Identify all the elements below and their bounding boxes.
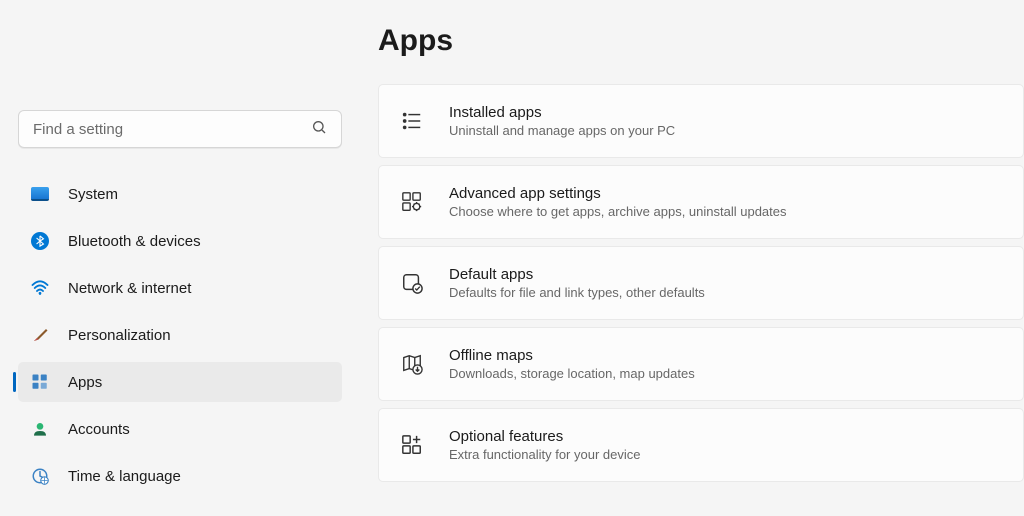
card-desc: Downloads, storage location, map updates [449,366,695,381]
card-desc: Uninstall and manage apps on your PC [449,123,675,138]
sidebar-item-system[interactable]: System [18,174,342,214]
card-text: Optional features Extra functionality fo… [449,428,640,462]
monitor-icon [30,184,50,204]
search-box[interactable] [18,110,342,148]
sidebar-item-label: Personalization [68,327,171,344]
nav-list: System Bluetooth & devices Network & int… [18,174,342,496]
sidebar-item-bluetooth[interactable]: Bluetooth & devices [18,221,342,261]
card-title: Default apps [449,266,705,283]
card-text: Offline maps Downloads, storage location… [449,347,695,381]
person-icon [30,419,50,439]
card-advanced-app-settings[interactable]: Advanced app settings Choose where to ge… [378,165,1024,239]
sidebar-item-apps[interactable]: Apps [18,362,342,402]
apps-grid-icon [30,372,50,392]
card-desc: Defaults for file and link types, other … [449,285,705,300]
sidebar-item-label: Network & internet [68,280,191,297]
sidebar-item-label: Bluetooth & devices [68,233,201,250]
sidebar: System Bluetooth & devices Network & int… [0,0,360,516]
apps-gear-icon [399,189,425,215]
app-check-icon [399,270,425,296]
paintbrush-icon [30,325,50,345]
sidebar-item-time-language[interactable]: Time & language [18,456,342,496]
settings-card-list: Installed apps Uninstall and manage apps… [378,84,1024,486]
card-title: Offline maps [449,347,695,364]
bluetooth-icon [30,231,50,251]
card-optional-features[interactable]: Optional features Extra functionality fo… [378,408,1024,482]
page-title: Apps [378,24,1024,58]
sidebar-item-label: Time & language [68,468,181,485]
card-text: Advanced app settings Choose where to ge… [449,185,787,219]
sidebar-item-label: Accounts [68,421,130,438]
card-title: Advanced app settings [449,185,787,202]
clock-globe-icon [30,466,50,486]
card-desc: Choose where to get apps, archive apps, … [449,204,787,219]
sidebar-item-accounts[interactable]: Accounts [18,409,342,449]
list-icon [399,108,425,134]
wifi-icon [30,278,50,298]
card-title: Installed apps [449,104,675,121]
card-default-apps[interactable]: Default apps Defaults for file and link … [378,246,1024,320]
apps-plus-icon [399,432,425,458]
map-download-icon [399,351,425,377]
card-offline-maps[interactable]: Offline maps Downloads, storage location… [378,327,1024,401]
card-text: Default apps Defaults for file and link … [449,266,705,300]
sidebar-item-network[interactable]: Network & internet [18,268,342,308]
card-title: Optional features [449,428,640,445]
card-text: Installed apps Uninstall and manage apps… [449,104,675,138]
sidebar-item-label: System [68,186,118,203]
card-installed-apps[interactable]: Installed apps Uninstall and manage apps… [378,84,1024,158]
sidebar-item-label: Apps [68,374,102,391]
main-content: Apps Installed apps Uninstall and manage… [360,0,1024,516]
search-icon [311,119,327,140]
search-input[interactable] [33,121,311,138]
sidebar-item-personalization[interactable]: Personalization [18,315,342,355]
card-desc: Extra functionality for your device [449,447,640,462]
